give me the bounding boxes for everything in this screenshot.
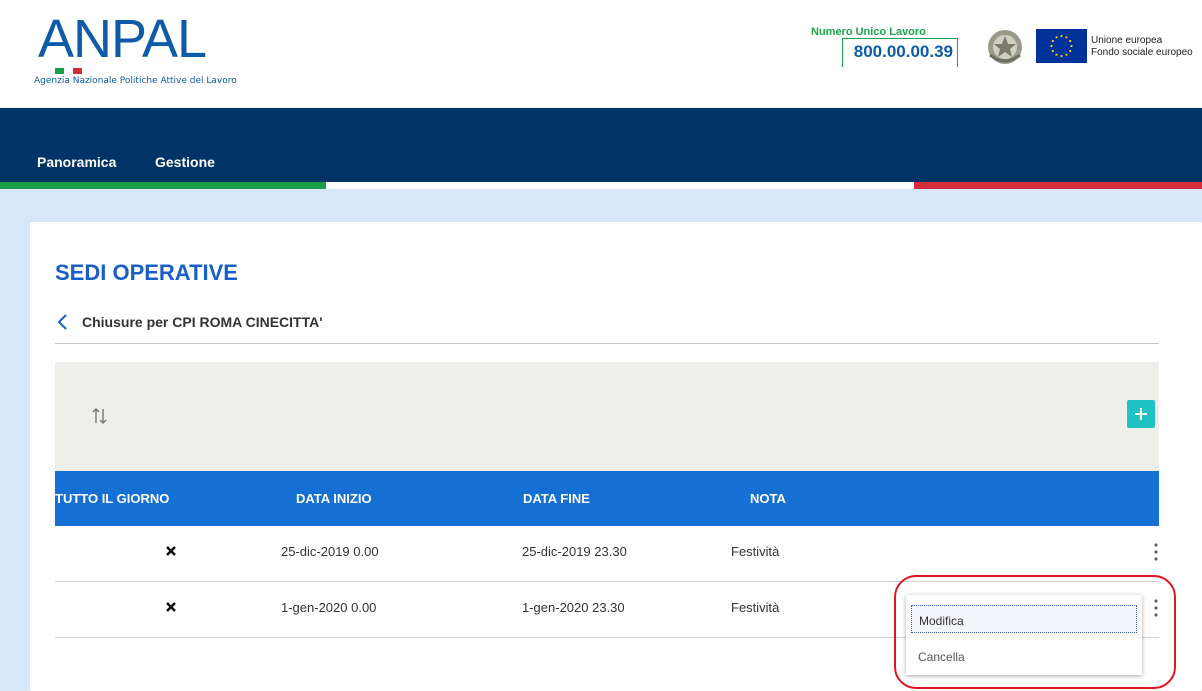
sort-arrows-icon[interactable]	[91, 406, 109, 426]
page-title: SEDI OPERATIVE	[55, 260, 238, 285]
eu-text: Unione europea Fondo sociale europeo	[1091, 35, 1193, 59]
italian-republic-emblem-icon	[988, 30, 1022, 64]
tricolor-stripe	[0, 182, 1202, 189]
x-icon	[166, 546, 176, 556]
column-header-nota[interactable]: NOTA	[750, 491, 786, 506]
eu-flag-icon	[1036, 29, 1087, 63]
italian-flag-icon	[55, 68, 82, 74]
kebab-menu-icon[interactable]	[1153, 541, 1159, 563]
table-toolbar	[55, 362, 1159, 471]
eu-line-2: Fondo sociale europeo	[1091, 47, 1193, 58]
hotline-label: Numero Unico Lavoro	[811, 26, 926, 38]
cell-nota: Festività	[731, 544, 780, 559]
logo-text: ANPAL	[38, 9, 207, 69]
menu-item-label: Modifica	[919, 614, 964, 628]
column-header-data-inizio[interactable]: DATA INIZIO	[296, 491, 372, 506]
kebab-menu-icon[interactable]	[1153, 597, 1159, 619]
plus-icon	[1135, 408, 1147, 420]
cell-data-inizio: 1-gen-2020 0.00	[281, 600, 377, 615]
table-row[interactable]: 25-dic-2019 0.00 25-dic-2019 23.30 Festi…	[55, 526, 1159, 581]
menu-item-label: Cancella	[918, 650, 965, 664]
logo-subtitle: Agenzia Nazionale Politiche Attive del L…	[34, 76, 237, 86]
main-nav: Panoramica Gestione	[0, 108, 1202, 182]
column-header-tutto-il-giorno[interactable]: TUTTO IL GIORNO	[55, 491, 169, 506]
add-button[interactable]	[1127, 400, 1155, 428]
x-icon	[166, 602, 176, 612]
menu-item-modifica[interactable]: Modifica	[911, 605, 1137, 633]
header: ANPAL Agenzia Nazionale Politiche Attive…	[0, 0, 1202, 108]
anpal-logo[interactable]: ANPAL Agenzia Nazionale Politiche Attive…	[34, 10, 274, 90]
hotline-number: 800.00.00.39	[853, 42, 953, 61]
hotline-box: 800.00.00.39	[842, 38, 958, 67]
row-context-menu: Modifica Cancella	[906, 595, 1142, 675]
divider	[55, 343, 1159, 344]
chevron-left-icon[interactable]	[56, 313, 70, 331]
cell-data-inizio: 25-dic-2019 0.00	[281, 544, 379, 559]
nav-item-gestione[interactable]: Gestione	[155, 154, 215, 170]
column-header-data-fine[interactable]: DATA FINE	[523, 491, 590, 506]
nav-item-panoramica[interactable]: Panoramica	[37, 154, 116, 170]
table-header: TUTTO IL GIORNO DATA INIZIO DATA FINE NO…	[55, 471, 1159, 526]
menu-item-cancella[interactable]: Cancella	[911, 642, 1137, 670]
breadcrumb-label: Chiusure per CPI ROMA CINECITTA'	[82, 314, 323, 330]
breadcrumb[interactable]: Chiusure per CPI ROMA CINECITTA'	[56, 312, 323, 332]
eu-line-1: Unione europea	[1091, 35, 1163, 46]
cell-data-fine: 25-dic-2019 23.30	[522, 544, 627, 559]
cell-data-fine: 1-gen-2020 23.30	[522, 600, 625, 615]
cell-nota: Festività	[731, 600, 780, 615]
